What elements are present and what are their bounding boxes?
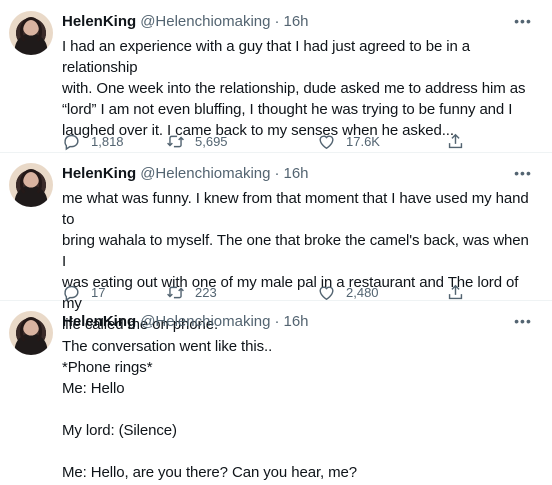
tweet[interactable]: HelenKing @Helenchiomaking · 16h ••• The… [0,300,552,485]
retweet-button[interactable]: 5,695 [166,132,228,151]
avatar[interactable] [9,163,53,207]
tweet-thread: HelenKing @Helenchiomaking · 16h ••• I h… [0,0,552,485]
retweet-icon [167,135,184,147]
timestamp[interactable]: 16h [283,165,308,182]
more-icon[interactable]: ••• [512,310,534,332]
reply-button[interactable]: 1,818 [62,132,124,151]
author-name[interactable]: HelenKing [62,313,136,330]
heart-icon [319,286,334,300]
timestamp[interactable]: 16h [283,313,308,330]
share-button[interactable] [446,283,465,302]
reply-count: 17 [91,284,106,300]
tweet-actions: 1,818 5,695 17.6K [62,130,534,152]
tweet[interactable]: HelenKing @Helenchiomaking · 16h ••• I h… [0,0,552,153]
like-count: 2,480 [346,284,379,300]
author-handle[interactable]: @Helenchiomaking [140,13,270,30]
like-button[interactable]: 2,480 [317,283,379,302]
tweet-header: HelenKing @Helenchiomaking · 16h [62,162,534,184]
author-handle[interactable]: @Helenchiomaking [140,313,270,330]
tweet[interactable]: HelenKing @Helenchiomaking · 16h ••• me … [0,152,552,333]
author-name[interactable]: HelenKing [62,13,136,30]
retweet-button[interactable]: 223 [166,283,217,302]
tweet-content: HelenKing @Helenchiomaking · 16h ••• I h… [62,10,534,150]
like-button[interactable]: 17.6K [317,132,380,151]
tweet-content: HelenKing @Helenchiomaking · 16h ••• The… [62,310,534,483]
separator: · [274,312,280,330]
tweet-text: I had an experience with a guy that I ha… [62,38,526,139]
share-button[interactable] [446,132,465,151]
more-icon[interactable]: ••• [512,162,534,184]
more-icon[interactable]: ••• [512,10,534,32]
avatar[interactable] [9,311,53,355]
share-icon [448,284,463,299]
reply-icon [64,134,79,150]
author-handle[interactable]: @Helenchiomaking [140,165,270,182]
reply-icon [64,285,79,301]
tweet-header: HelenKing @Helenchiomaking · 16h [62,310,534,332]
timestamp[interactable]: 16h [283,13,308,30]
reply-button[interactable]: 17 [62,283,105,302]
retweet-count: 5,695 [195,133,228,149]
tweet-header: HelenKing @Helenchiomaking · 16h [62,10,534,32]
separator: · [274,164,280,182]
author-name[interactable]: HelenKing [62,165,136,182]
tweet-text: The conversation went like this.. *Phone… [62,338,358,481]
share-icon [448,133,463,148]
like-count: 17.6K [346,133,380,149]
retweet-count: 223 [195,284,217,300]
heart-icon [319,135,334,149]
retweet-icon [167,286,184,298]
separator: · [274,12,280,30]
avatar[interactable] [9,11,53,55]
reply-count: 1,818 [91,133,124,149]
